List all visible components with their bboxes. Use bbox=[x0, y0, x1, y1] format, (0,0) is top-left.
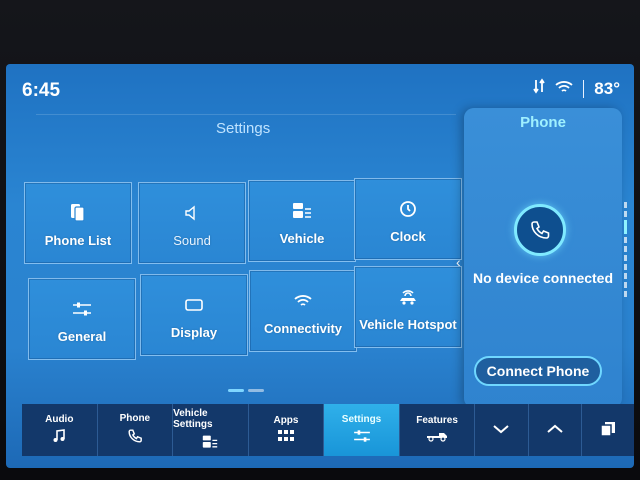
nav-label: Apps bbox=[273, 415, 299, 426]
vehicle-settings-icon bbox=[291, 197, 313, 225]
page-dot bbox=[248, 389, 264, 392]
phone-panel-title: Phone bbox=[520, 114, 566, 131]
phone-icon[interactable] bbox=[514, 204, 566, 256]
chevron-left-icon: ‹ bbox=[456, 254, 461, 270]
tile-clock[interactable]: Clock bbox=[354, 178, 462, 260]
tile-display[interactable]: Display bbox=[140, 274, 248, 356]
nav-apps[interactable]: Apps bbox=[249, 404, 325, 456]
scroll-tick bbox=[624, 282, 627, 288]
nav-expand[interactable] bbox=[529, 404, 582, 456]
sliders-icon bbox=[353, 429, 371, 446]
tile-vehicle[interactable]: Vehicle bbox=[248, 180, 356, 262]
music-note-icon bbox=[52, 429, 66, 446]
title-divider bbox=[36, 114, 456, 115]
tile-label: Phone List bbox=[44, 232, 112, 248]
scroll-tick bbox=[624, 291, 627, 297]
phone-list-icon bbox=[70, 199, 86, 227]
connect-phone-button[interactable]: Connect Phone bbox=[474, 356, 602, 386]
chevron-up-icon bbox=[546, 424, 564, 437]
scroll-thumb bbox=[624, 220, 627, 234]
nav-vehicle-settings[interactable]: Vehicle Settings bbox=[173, 404, 249, 456]
scroll-tick bbox=[624, 273, 627, 279]
nav-phone[interactable]: Phone bbox=[98, 404, 174, 456]
page-title: Settings bbox=[216, 120, 271, 137]
wifi-status-icon bbox=[555, 79, 573, 99]
scroll-tick bbox=[624, 202, 627, 208]
vehicle-settings-icon bbox=[201, 434, 219, 453]
page-indicator bbox=[228, 389, 264, 392]
scroll-tick bbox=[624, 255, 627, 261]
scroll-tick bbox=[624, 246, 627, 252]
tile-vehicle-hotspot[interactable]: Vehicle Hotspot bbox=[354, 266, 462, 348]
status-divider bbox=[583, 79, 585, 98]
tile-label: Display bbox=[170, 324, 218, 340]
infotainment-screen: 6:45 83° Settings Phone List Sound Vehic… bbox=[6, 64, 634, 468]
phone-icon bbox=[127, 428, 143, 447]
nav-label: Vehicle Settings bbox=[173, 407, 213, 430]
hotspot-icon bbox=[397, 283, 419, 311]
tile-label: General bbox=[57, 328, 107, 344]
data-transfer-icon bbox=[533, 78, 546, 99]
clock-time: 6:45 bbox=[22, 80, 61, 101]
tile-label: Sound bbox=[173, 232, 211, 248]
truck-icon bbox=[426, 430, 448, 445]
nav-label: Audio bbox=[45, 414, 74, 425]
tile-label: Clock bbox=[390, 228, 426, 244]
tile-connectivity[interactable]: Connectivity bbox=[249, 270, 357, 352]
speaker-icon bbox=[184, 199, 200, 227]
nav-audio[interactable]: Audio bbox=[22, 404, 98, 456]
clock-icon bbox=[399, 195, 417, 223]
tile-general[interactable]: General bbox=[28, 278, 136, 360]
phone-panel-scrollbar[interactable] bbox=[624, 202, 628, 362]
wifi-icon bbox=[294, 287, 312, 315]
outside-temperature: 83° bbox=[594, 78, 620, 98]
display-icon bbox=[184, 291, 204, 319]
apps-grid-icon bbox=[277, 430, 294, 445]
nav-label: Phone bbox=[119, 413, 151, 424]
nav-windows[interactable] bbox=[582, 404, 634, 456]
nav-features[interactable]: Features bbox=[400, 404, 476, 456]
tile-sound[interactable]: Sound bbox=[138, 182, 246, 264]
chevron-down-icon bbox=[492, 424, 510, 437]
scroll-tick bbox=[624, 211, 627, 217]
tile-phone-list[interactable]: Phone List bbox=[24, 182, 132, 264]
page-dot-active bbox=[228, 389, 244, 392]
scroll-tick bbox=[624, 264, 627, 270]
phone-panel: Phone No device connected Connect Phone bbox=[464, 108, 622, 408]
nav-label: Features bbox=[416, 415, 458, 426]
phone-connection-status: No device connected bbox=[472, 270, 614, 286]
status-bar-right: 83° bbox=[533, 78, 620, 99]
nav-collapse[interactable] bbox=[475, 404, 529, 456]
tile-label: Connectivity bbox=[263, 320, 342, 336]
nav-settings[interactable]: Settings bbox=[324, 404, 400, 456]
bottom-nav-bar: Audio Phone Vehicle Settings Apps Settin… bbox=[22, 404, 634, 456]
sliders-icon bbox=[72, 295, 92, 323]
tile-label: Vehicle Hotspot bbox=[359, 316, 457, 332]
windows-stack-icon bbox=[600, 421, 616, 440]
nav-label: Settings bbox=[341, 414, 382, 425]
scroll-tick bbox=[624, 237, 627, 243]
tile-label: Vehicle bbox=[279, 230, 325, 246]
